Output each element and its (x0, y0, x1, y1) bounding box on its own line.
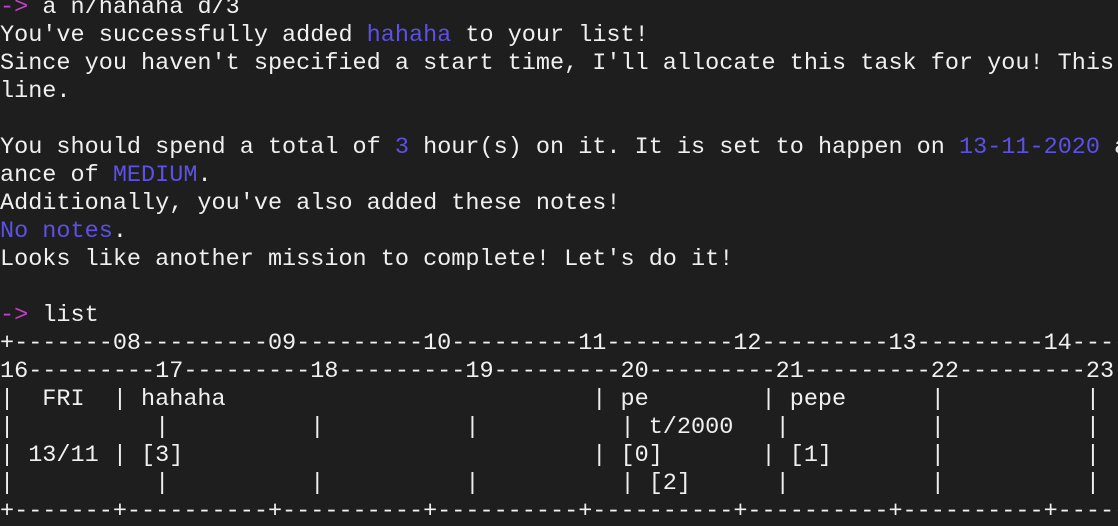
terminal-line-command: -> list (0, 302, 1118, 330)
terminal-text: You've successfully added (0, 22, 367, 49)
highlighted-value: 13-11-2020 (958, 134, 1101, 161)
terminal-line-output: You've successfully added hahaha to your… (0, 22, 1118, 50)
terminal-text: 16---------17---------18---------19-----… (0, 358, 1118, 385)
terminal-line-table: | FRI | hahaha | pe | pepe | | (0, 386, 1118, 414)
prompt-arrow: -> (0, 0, 29, 21)
highlighted-value: No notes (0, 218, 113, 245)
terminal-text: a (1100, 134, 1118, 161)
terminal-text: You should spend a total of (0, 134, 395, 161)
terminal-text: | 13/11 | [3] | [0] | [1] | | (0, 442, 1118, 469)
terminal-line-table: | | | | | t/2000 | | | (0, 414, 1118, 442)
terminal-line-table: +-------+----------+----------+---------… (0, 498, 1118, 526)
prompt-arrow: -> (0, 302, 29, 329)
terminal-text: . (112, 218, 127, 245)
terminal-line-command: -> a n/hahaha d/3 (0, 0, 1118, 22)
terminal-line-output: No notes. (0, 218, 1118, 246)
terminal-line-table: | | | | | [2] | | | (0, 470, 1118, 498)
terminal-line-table: | 13/11 | [3] | [0] | [1] | | (0, 442, 1118, 470)
highlighted-value: MEDIUM (112, 162, 198, 189)
terminal-line-output: You should spend a total of 3 hour(s) on… (0, 134, 1118, 162)
terminal-text: ance of (0, 162, 113, 189)
terminal-line-output: Additionally, you've also added these no… (0, 190, 1118, 218)
terminal-text: Looks like another mission to complete! … (0, 246, 734, 273)
terminal-text: . (197, 162, 212, 189)
terminal-text: list (28, 302, 99, 329)
terminal-line-table: +-------08---------09---------10--------… (0, 330, 1118, 358)
terminal-text: | | | | | [2] | | | (0, 470, 1118, 497)
terminal-line-output: Looks like another mission to complete! … (0, 246, 1118, 274)
terminal-text: | FRI | hahaha | pe | pepe | | (0, 386, 1118, 413)
terminal-output[interactable]: -> a n/hahaha d/3 You've successfully add… (0, 0, 1118, 526)
terminal-text: a n/hahaha d/3 (28, 0, 240, 21)
terminal-text: +-------+----------+----------+---------… (0, 498, 1118, 525)
terminal-line-output: ance of MEDIUM. (0, 162, 1118, 190)
terminal-text: line. (0, 78, 71, 105)
terminal-line-output: line. (0, 78, 1118, 106)
terminal-text: hour(s) on it. It is set to happen on (408, 134, 959, 161)
highlighted-value: 3 (394, 134, 409, 161)
terminal-line-table: 16---------17---------18---------19-----… (0, 358, 1118, 386)
terminal-text: Since you haven't specified a start time… (0, 50, 1115, 77)
terminal-text: | | | | | t/2000 | | | (0, 414, 1118, 441)
terminal-text: +-------08---------09---------10--------… (0, 330, 1118, 357)
terminal-line-output: Since you haven't specified a start time… (0, 50, 1118, 78)
highlighted-value: hahaha (366, 22, 452, 49)
terminal-text: to your list! (451, 22, 649, 49)
terminal-text: Additionally, you've also added these no… (0, 190, 621, 217)
